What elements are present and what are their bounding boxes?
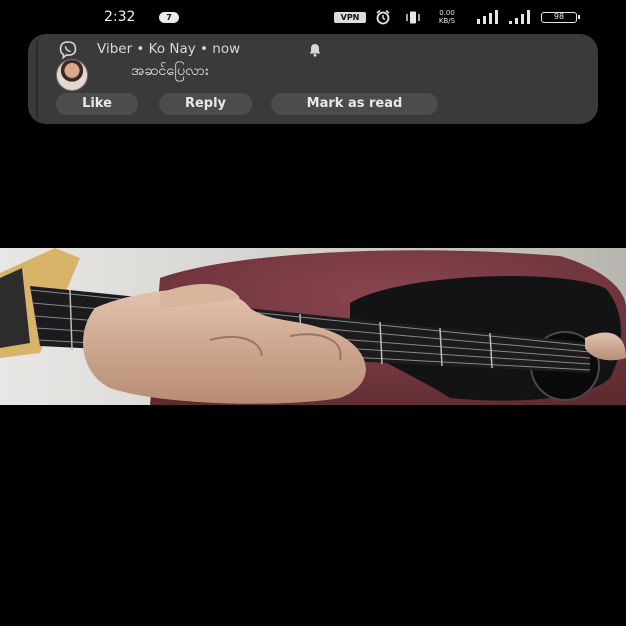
alarm-icon xyxy=(376,9,390,25)
notification-header: Viber • Ko Nay • now xyxy=(97,41,241,57)
viber-notification-card[interactable]: Viber • Ko Nay • now အဆင်ပြေလား Like Rep… xyxy=(28,34,598,124)
status-bar: 2:32 7 VPN 0.00 KB/S 98 xyxy=(0,0,626,34)
notification-count-badge: 7 xyxy=(159,12,179,23)
viber-icon xyxy=(59,41,77,60)
battery-indicator: 98 xyxy=(541,12,580,23)
network-speed-value: 0.00 xyxy=(439,9,455,17)
mark-as-read-button[interactable]: Mark as read xyxy=(271,93,438,115)
guitar-video-image xyxy=(0,248,626,405)
signal-strength-icon-2 xyxy=(509,10,530,24)
sender-avatar xyxy=(56,59,88,91)
bell-icon[interactable] xyxy=(307,42,323,58)
card-divider xyxy=(36,40,38,118)
network-speed: 0.00 KB/S xyxy=(429,9,465,25)
vpn-badge: VPN xyxy=(334,12,366,23)
video-frame[interactable] xyxy=(0,248,626,405)
network-speed-unit: KB/S xyxy=(438,17,456,25)
like-button[interactable]: Like xyxy=(56,93,138,115)
status-time: 2:32 xyxy=(104,9,136,25)
reply-button[interactable]: Reply xyxy=(159,93,252,115)
signal-strength-icon xyxy=(477,10,498,24)
notification-message: အဆင်ပြေလား xyxy=(131,63,209,79)
vibrate-icon xyxy=(406,11,420,24)
